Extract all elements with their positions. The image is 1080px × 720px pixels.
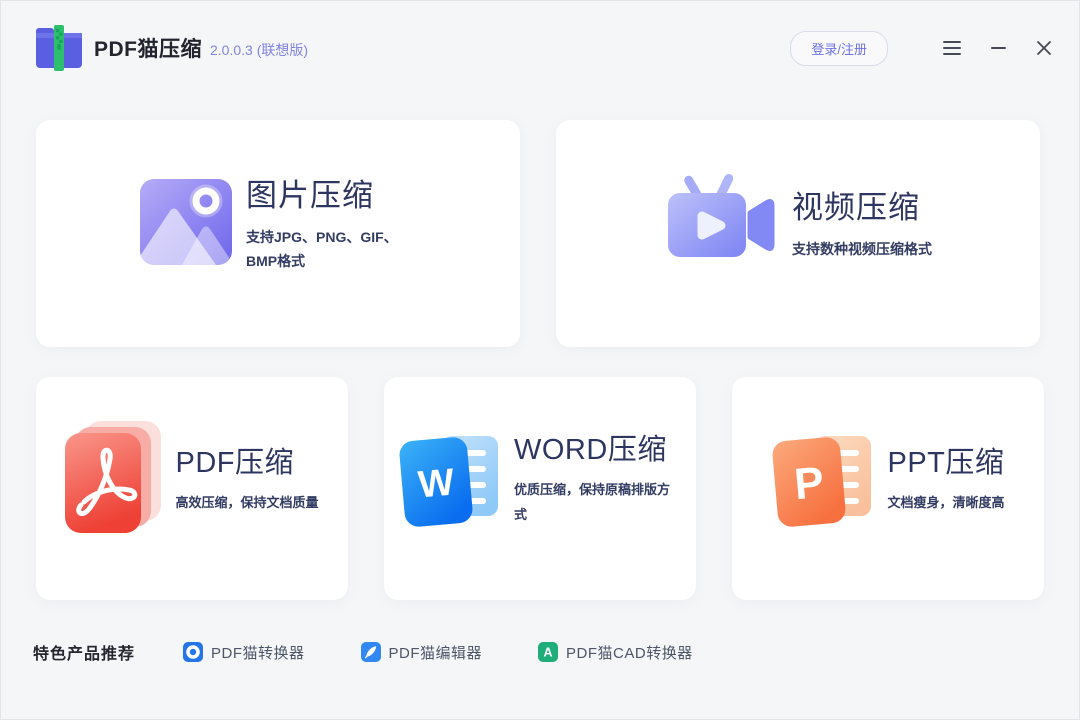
top-card-row: 图片压缩 支持JPG、PNG、GIF、BMP格式 视频压缩 支持数种视频压缩格式 bbox=[36, 120, 1040, 347]
header-right: 登录/注册 bbox=[790, 30, 1054, 66]
card-subtitle: 高效压缩，保持文档质量 bbox=[175, 494, 319, 510]
ppt-compress-icon: P bbox=[771, 424, 875, 530]
card-subtitle: 支持数种视频压缩格式 bbox=[792, 241, 932, 257]
link-label: PDF猫转换器 bbox=[211, 644, 305, 662]
card-ppt-compress[interactable]: P PPT压缩 文档瘦身，清晰度高 bbox=[732, 377, 1044, 600]
pdf-converter-icon bbox=[183, 642, 204, 662]
image-compress-icon bbox=[140, 178, 232, 265]
card-title: 图片压缩 bbox=[246, 178, 374, 213]
link-label: PDF猫编辑器 bbox=[388, 644, 483, 662]
video-compress-icon bbox=[664, 171, 778, 273]
pdf-editor-quill-icon bbox=[360, 642, 381, 662]
ppt-letter: P bbox=[793, 457, 827, 508]
header: PDF猫压缩 2.0.0.3 (联想版) 登录/注册 bbox=[0, 0, 1080, 96]
menu-icon[interactable] bbox=[942, 38, 962, 58]
link-pdf-cad-converter[interactable]: A PDF猫CAD转换器 bbox=[538, 642, 693, 663]
link-pdf-converter[interactable]: PDF猫转换器 bbox=[183, 642, 305, 663]
minimize-icon[interactable] bbox=[988, 38, 1008, 58]
cad-letter: A bbox=[544, 646, 553, 660]
featured-products-label: 特色产品推荐 bbox=[33, 646, 136, 663]
card-word-compress[interactable]: W WORD压缩 优质压缩，保持原稿排版方式 bbox=[384, 377, 696, 600]
word-compress-icon: W bbox=[398, 424, 502, 530]
app-version: 2.0.0.3 (联想版) bbox=[210, 42, 309, 58]
card-title: WORD压缩 bbox=[514, 434, 667, 466]
card-subtitle: 文档瘦身，清晰度高 bbox=[887, 494, 1005, 510]
bottom-card-row: PDF压缩 高效压缩，保持文档质量 W WORD压缩 优质压缩，保持原稿排版方式… bbox=[36, 377, 1044, 600]
card-subtitle: 优质压缩，保持原稿排版方式 bbox=[514, 482, 671, 522]
card-video-compress[interactable]: 视频压缩 支持数种视频压缩格式 bbox=[556, 120, 1040, 347]
close-icon[interactable] bbox=[1034, 38, 1054, 58]
card-image-compress[interactable]: 图片压缩 支持JPG、PNG、GIF、BMP格式 bbox=[36, 120, 520, 347]
card-text: PDF压缩 高效压缩，保持文档质量 bbox=[175, 439, 318, 515]
app-brand: PDF猫压缩 2.0.0.3 (联想版) bbox=[34, 25, 308, 71]
card-text: 视频压缩 支持数种视频压缩格式 bbox=[792, 182, 932, 261]
card-text: 图片压缩 支持JPG、PNG、GIF、BMP格式 bbox=[246, 170, 416, 273]
footer-links: PDF猫转换器 PDF猫编辑器 A PDF猫CAD转换器 bbox=[183, 642, 693, 663]
cad-converter-icon: A bbox=[538, 642, 559, 662]
card-subtitle: 支持JPG、PNG、GIF、BMP格式 bbox=[246, 229, 398, 269]
pdf-compress-icon bbox=[65, 420, 163, 533]
card-title: PPT压缩 bbox=[887, 446, 1005, 479]
window-controls bbox=[916, 38, 1054, 58]
word-letter: W bbox=[416, 461, 456, 506]
login-register-button[interactable]: 登录/注册 bbox=[790, 30, 888, 66]
card-title: PDF压缩 bbox=[175, 446, 294, 479]
app-title: PDF猫压缩 bbox=[94, 38, 202, 61]
link-pdf-editor[interactable]: PDF猫编辑器 bbox=[360, 642, 483, 663]
link-label: PDF猫CAD转换器 bbox=[566, 644, 693, 662]
footer-featured-products: 特色产品推荐 PDF猫转换器 PDF猫编辑器 A PDF猫CAD转换器 bbox=[33, 636, 1044, 668]
card-title: 视频压缩 bbox=[792, 190, 920, 225]
card-pdf-compress[interactable]: PDF压缩 高效压缩，保持文档质量 bbox=[36, 377, 348, 600]
app-logo-zipped-folder-icon bbox=[34, 25, 84, 71]
card-text: WORD压缩 优质压缩，保持原稿排版方式 bbox=[514, 426, 682, 527]
card-text: PPT压缩 文档瘦身，清晰度高 bbox=[887, 439, 1004, 515]
